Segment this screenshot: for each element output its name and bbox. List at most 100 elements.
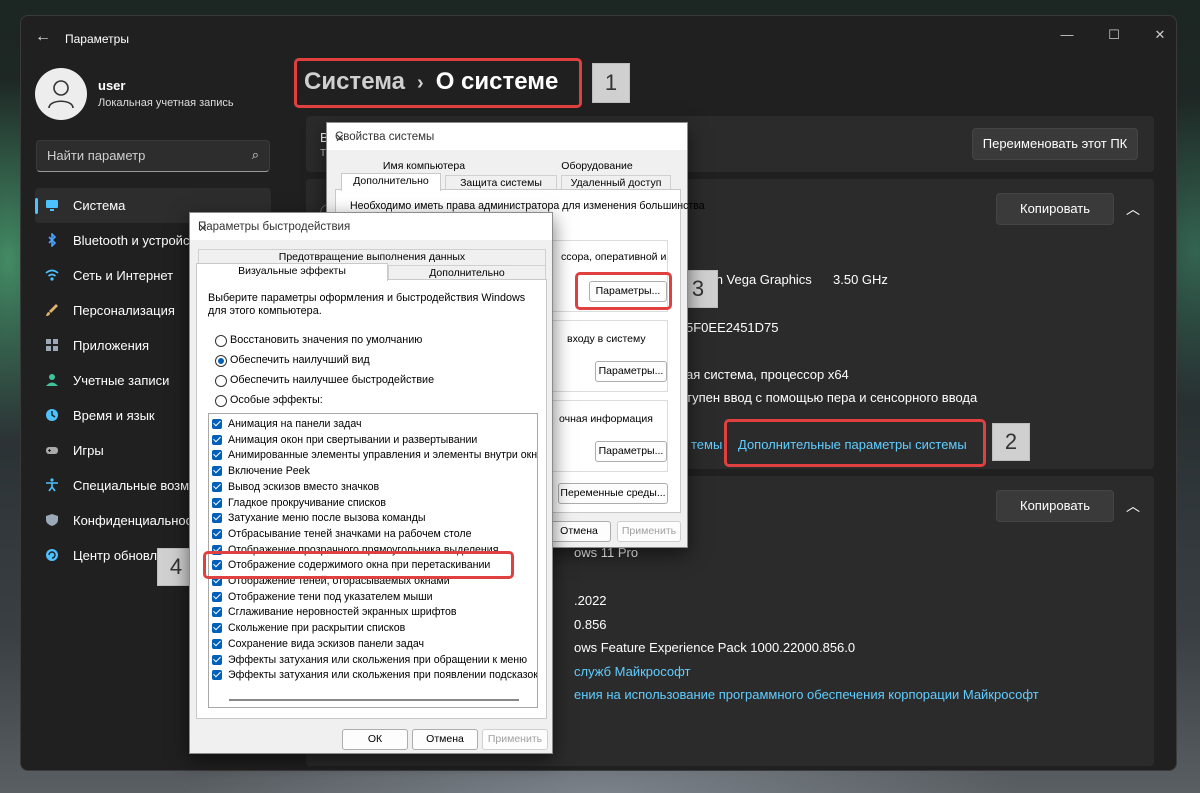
tab-visual-effects[interactable]: Визуальные эффекты [196, 263, 388, 281]
app-title: Параметры [65, 32, 129, 46]
back-arrow-icon[interactable]: ← [35, 28, 51, 46]
checkbox-checked[interactable] [212, 607, 222, 618]
startup-recovery-text: очная информация [559, 413, 653, 425]
visual-effects-panel: Выберите параметры оформления и быстроде… [196, 279, 547, 719]
sidebar-item-label: Система [73, 198, 126, 213]
radio-button[interactable] [215, 375, 227, 387]
effect-label: Гладкое прокручивание списков [228, 496, 387, 509]
title-bar: ← Параметры — ☐ ✕ [21, 16, 1176, 60]
performance-options-dialog: Параметры быстродействия ✕ Предотвращени… [189, 212, 553, 754]
description-text: Выберите параметры оформления и быстроде… [208, 292, 526, 317]
sidebar-item-label: Персонализация [73, 303, 175, 318]
chevron-up-icon[interactable]: ︿ [1126, 496, 1140, 516]
shield-icon [46, 514, 58, 526]
effect-label: Отображение тени под указателем мыши [228, 590, 433, 603]
checkbox-checked[interactable] [212, 466, 222, 477]
dialog-title-bar: Параметры быстродействия ✕ [190, 213, 552, 240]
step-badge-2: 2 [992, 423, 1030, 461]
checkbox-checked[interactable] [212, 450, 222, 461]
search-input[interactable] [45, 147, 244, 164]
radio-label: Особые эффекты: [230, 394, 323, 406]
checkbox-checked[interactable] [212, 670, 222, 681]
copy-windows-specs-button[interactable]: Копировать [996, 490, 1114, 522]
highlight-box-breadcrumb [294, 58, 582, 108]
device-id-text: 5F0EE2451D75 [686, 320, 779, 335]
profiles-settings-button[interactable]: Параметры... [595, 361, 667, 382]
bluetooth-icon [48, 233, 57, 247]
cancel-button[interactable]: Отмена [412, 729, 478, 750]
checkbox-checked[interactable] [212, 654, 222, 665]
highlight-box-performance-button [575, 272, 672, 310]
sidebar-item-label: Учетные записи [73, 373, 170, 388]
radio-label: Восстановить значения по умолчанию [230, 334, 423, 346]
avatar[interactable] [35, 68, 87, 120]
brush-icon [46, 304, 58, 316]
highlight-box-advanced-link [724, 419, 986, 467]
close-icon[interactable]: ✕ [335, 131, 678, 145]
sidebar-item-label: Время и язык [73, 408, 155, 423]
effect-label: Анимированные элементы управления и элем… [228, 449, 538, 462]
rename-pc-button[interactable]: Переименовать этот ПК [972, 128, 1138, 160]
step-badge-1: 1 [592, 63, 630, 103]
dialog-title-bar: Свойства системы ✕ [327, 123, 687, 150]
install-date-text: .2022 [574, 593, 607, 608]
checkbox-checked[interactable] [212, 434, 222, 445]
radio-button[interactable] [215, 355, 227, 367]
effect-label: Вывод эскизов вместо значков [228, 480, 380, 493]
related-link[interactable]: темы [691, 437, 722, 452]
processor-frequency: 3.50 GHz [833, 272, 888, 287]
ms-services-link[interactable]: служб Майкрософт [574, 664, 691, 679]
checkbox-checked[interactable] [212, 528, 222, 539]
sidebar-item-label: Игры [73, 443, 104, 458]
sidebar-item-label: Приложения [73, 338, 150, 353]
performance-group-text: ссора, оперативной и [561, 251, 667, 263]
environment-variables-button[interactable]: Переменные среды... [558, 483, 668, 504]
checkbox-checked[interactable] [212, 481, 222, 492]
search-icon[interactable]: ⌕ [252, 147, 259, 163]
apps-icon [46, 339, 58, 351]
tab-advanced[interactable]: Дополнительно [341, 173, 441, 191]
tab-hardware[interactable]: Оборудование [527, 159, 667, 174]
tab-computer-name[interactable]: Имя компьютера [351, 159, 497, 174]
checkbox-checked[interactable] [212, 419, 222, 429]
accessibility-icon [46, 478, 58, 492]
wifi-icon [45, 269, 59, 281]
effect-label: Затухание меню после вызова команды [228, 512, 426, 525]
checkbox-checked[interactable] [212, 591, 222, 602]
user-name: user [98, 78, 126, 93]
os-build-text: 0.856 [574, 617, 607, 632]
effect-label: Скольжение при раскрытии списков [228, 622, 406, 635]
copy-device-specs-button[interactable]: Копировать [996, 193, 1114, 225]
ok-button[interactable]: ОК [342, 729, 408, 750]
pen-touch-text: тупен ввод с помощью пера и сенсорного в… [686, 390, 978, 405]
startup-settings-button[interactable]: Параметры... [595, 441, 667, 462]
close-icon[interactable]: ✕ [198, 221, 543, 235]
update-icon [46, 549, 58, 561]
globe-clock-icon [46, 409, 58, 421]
maximize-icon[interactable]: ☐ [1099, 24, 1129, 46]
checkbox-checked[interactable] [212, 497, 222, 508]
admin-note: Необходимо иметь права администратора дл… [350, 200, 705, 212]
search-box[interactable]: ⌕ [36, 140, 270, 172]
close-icon[interactable]: ✕ [1145, 24, 1175, 46]
effect-label: Анимация на панели задач [228, 418, 362, 430]
effect-label: Эффекты затухания или скольжения при обр… [228, 653, 528, 666]
cancel-button[interactable]: Отмена [547, 521, 611, 542]
checkbox-checked[interactable] [212, 638, 222, 649]
user-account-type: Локальная учетная запись [98, 97, 234, 109]
license-terms-link[interactable]: ения на использование программного обесп… [574, 687, 1039, 702]
user-profiles-text: входу в систему [567, 333, 646, 345]
effect-label: Эффекты затухания или скольжения при поя… [228, 669, 538, 682]
chevron-up-icon[interactable]: ︿ [1126, 199, 1140, 219]
apply-button[interactable]: Применить [617, 521, 681, 542]
checkbox-checked[interactable] [212, 623, 222, 634]
horizontal-scrollbar[interactable] [229, 699, 519, 701]
checkbox-checked[interactable] [212, 513, 222, 524]
effect-label: Включение Peek [228, 465, 310, 478]
minimize-icon[interactable]: — [1052, 24, 1082, 46]
radio-button[interactable] [215, 335, 227, 347]
person-icon [48, 80, 74, 109]
radio-button[interactable] [215, 395, 227, 407]
gamepad-icon [46, 447, 58, 454]
apply-button[interactable]: Применить [482, 729, 548, 750]
